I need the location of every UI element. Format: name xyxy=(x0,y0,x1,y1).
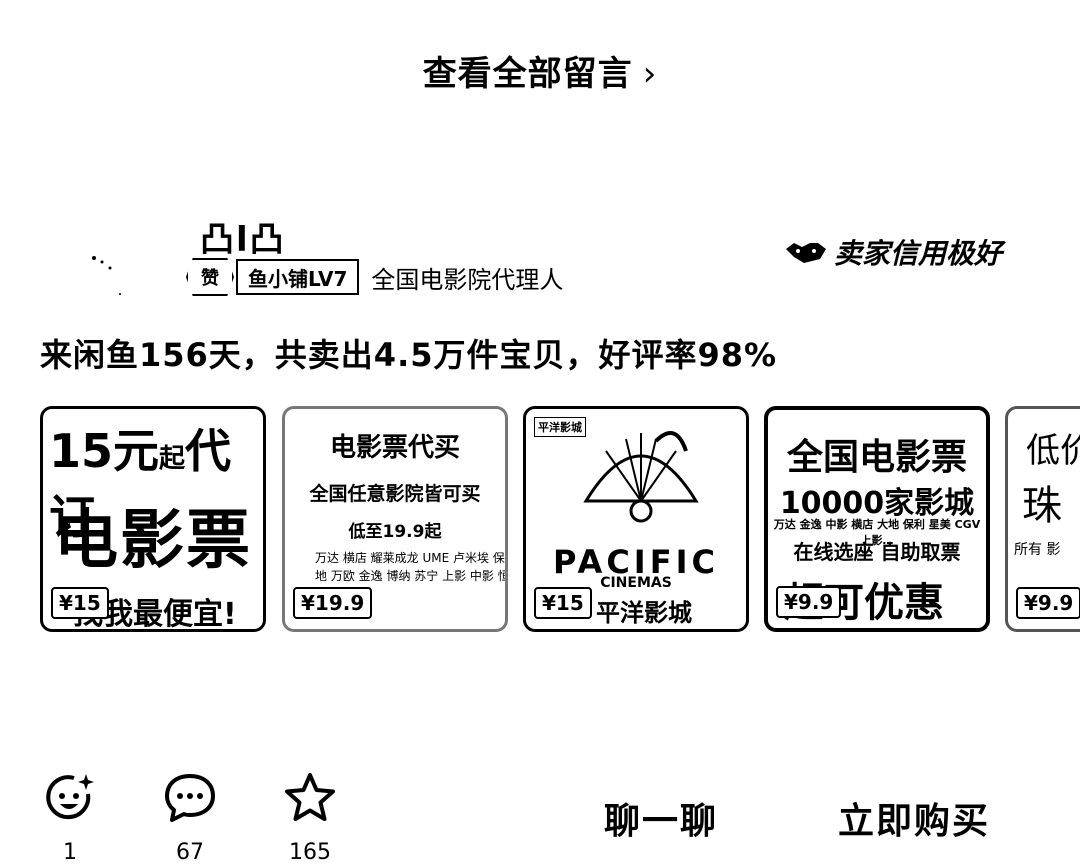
product-card[interactable]: 低价 珠 所有 影 ¥9.9 xyxy=(1005,406,1080,632)
chat-button[interactable]: 聊一聊 xyxy=(604,792,718,844)
favorite-button[interactable]: 165 xyxy=(280,770,340,865)
price-tag: ¥15 xyxy=(51,587,109,619)
shop-level-badge: 鱼小铺LV7 xyxy=(236,259,360,295)
product-card[interactable]: 15元起代订 电影票 找我最便宜! ¥15 xyxy=(40,406,266,632)
smile-sparkle-icon xyxy=(46,774,94,820)
chevron-right-icon: › xyxy=(642,54,658,94)
buy-now-button[interactable]: 立即购买 xyxy=(838,792,990,844)
card-title: 电影票 xyxy=(54,504,252,578)
price-tag: ¥9.9 xyxy=(776,586,842,618)
credit-label: 卖家信用极好 xyxy=(834,237,1003,270)
seller-name[interactable]: 凸l凸 xyxy=(200,212,286,261)
card-subtitle: 全国任意影院皆可买 xyxy=(309,483,481,505)
card-feature: 在线选座 自助取票 xyxy=(793,540,961,564)
card-title: 低价 xyxy=(1026,431,1080,471)
seller-credit: 卖家信用极好 xyxy=(784,232,1002,272)
product-card[interactable]: 电影票代买 全国任意影院皆可买 低至19.9起 万达 横店 耀莱成龙 UME 卢… xyxy=(282,406,508,632)
seller-description: 全国电影院代理人 xyxy=(371,265,564,294)
seller-badge-row: 赞 鱼小铺LV7 全国电影院代理人 xyxy=(186,258,563,296)
card-subtitle: 珠 xyxy=(1022,483,1062,529)
price-tag: ¥19.9 xyxy=(293,587,373,619)
star-icon xyxy=(285,773,335,821)
price-tag: ¥9.9 xyxy=(1016,587,1080,619)
seller-avatar[interactable] xyxy=(80,238,140,298)
view-all-comments-link[interactable]: 查看全部留言 › xyxy=(0,46,1080,95)
like-button[interactable]: 1 xyxy=(40,770,100,865)
card-text: 所有 影 xyxy=(1014,542,1061,558)
shell-logo-icon xyxy=(583,431,699,523)
product-card[interactable]: 全国电影票 10000家影城 万达 金逸 中影 横店 大地 保利 星美 CGV … xyxy=(764,406,990,632)
card-price-text: 低至19.9起 xyxy=(348,522,442,542)
seller-stats: 来闲鱼156天，共卖出4.5万件宝贝，好评率98% xyxy=(40,336,778,374)
card-title: 电影票代买 xyxy=(329,433,460,463)
favorite-count: 165 xyxy=(289,840,331,865)
price-tag: ¥15 xyxy=(534,587,592,619)
card-title: 全国电影票 xyxy=(786,437,967,478)
comment-button[interactable]: 67 xyxy=(160,770,220,865)
praise-badge-icon: 赞 xyxy=(186,258,234,296)
comment-bubble-icon xyxy=(165,774,215,822)
view-all-label: 查看全部留言 xyxy=(422,54,633,94)
card-cinema-list: 万达 横店 耀莱成龙 UME 卢米埃 保利 大地 万欧 金逸 博纳 苏宁 上影 … xyxy=(315,551,505,583)
product-card[interactable]: 平洋影城 PACIFIC CINEMAS 平洋影城 ¥15 xyxy=(523,406,749,632)
product-image-strip[interactable]: 15元起代订 电影票 找我最便宜! ¥15 电影票代买 全国任意影院皆可买 低至… xyxy=(40,406,1080,638)
like-count: 1 xyxy=(63,840,77,865)
comment-count: 67 xyxy=(176,840,204,865)
handshake-icon xyxy=(786,243,826,263)
